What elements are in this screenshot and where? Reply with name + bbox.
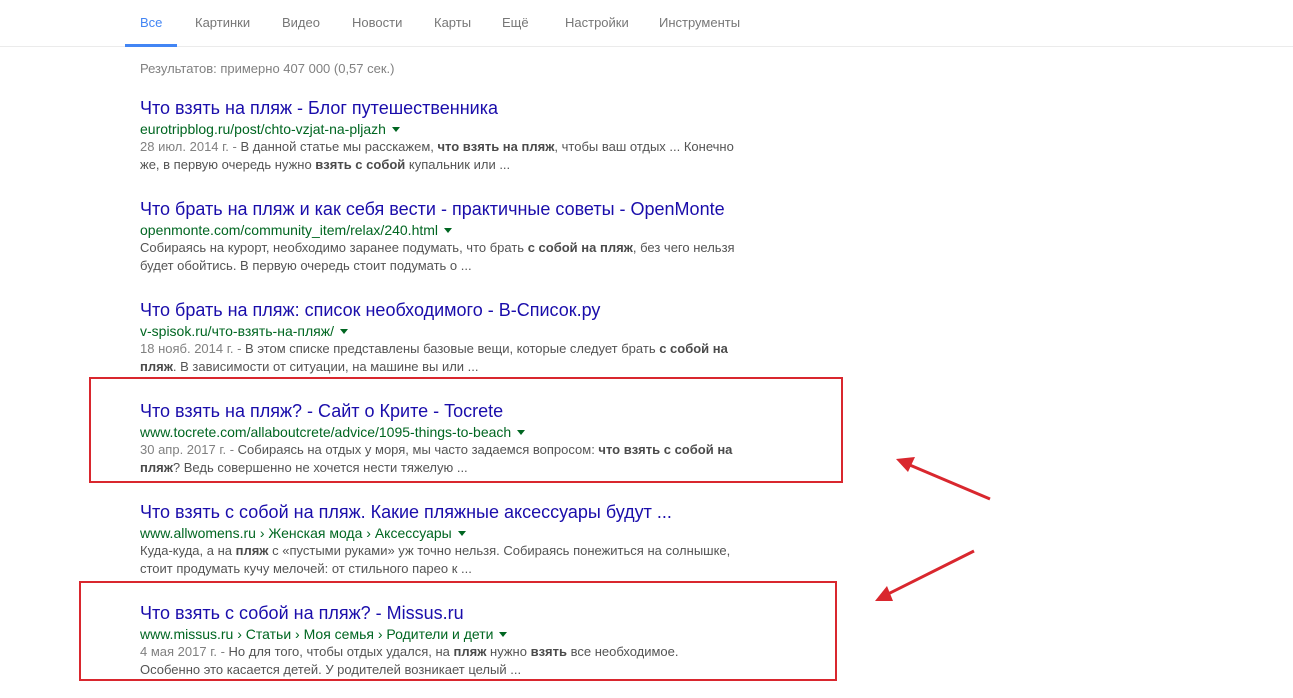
- annotation-arrows: [875, 457, 991, 601]
- arrow-annotation-upper: [896, 457, 991, 501]
- arrow-annotation-lower: [875, 549, 975, 601]
